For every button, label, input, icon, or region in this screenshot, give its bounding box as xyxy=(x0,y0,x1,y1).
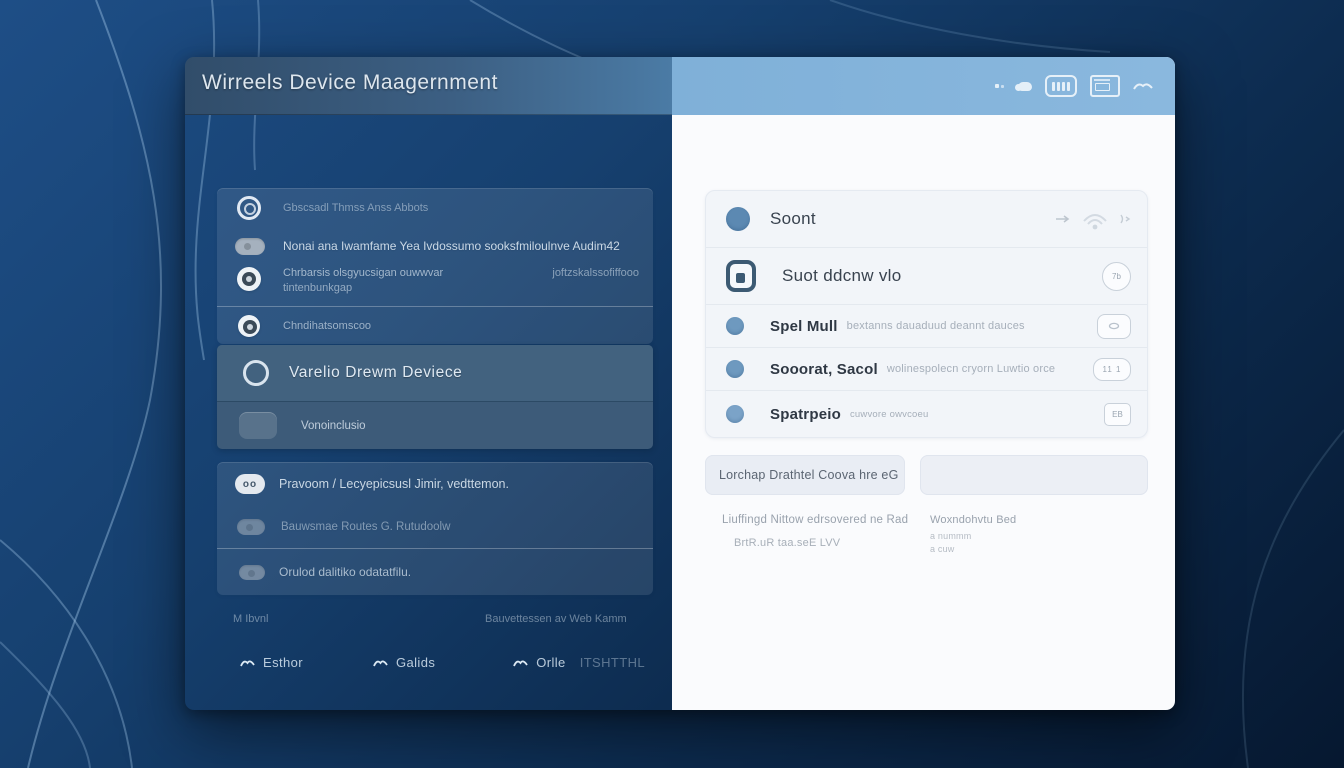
button-sublabel: ITSHTTHL xyxy=(580,655,645,670)
left-button-bar: Esthor Galids Orlle ITSHTTHL xyxy=(240,655,640,670)
list-item-right-label: joftzskalssofiffooo xyxy=(552,267,639,279)
galids-button[interactable]: Galids xyxy=(373,655,435,670)
toggle-label: Vonoinclusio xyxy=(301,420,366,432)
eb-badge[interactable]: EB xyxy=(1104,403,1131,426)
gray-pill-icon xyxy=(237,519,265,535)
left-panel: Wirreels Device Maagernment Gbscsadl Thm… xyxy=(185,57,672,710)
selected-device-group: Varelio Drewm Deviece Vonoinclusio xyxy=(217,345,653,449)
refresh-badge[interactable]: 7b xyxy=(1102,262,1131,291)
gray-pill-icon xyxy=(239,565,265,580)
info-line: Liuffingd Nittow edrsovered ne Rad xyxy=(722,514,908,526)
device-row[interactable]: Soont xyxy=(706,191,1147,248)
list-item-label: Orulod dalitiko odatatfilu. xyxy=(279,565,411,579)
esthor-button[interactable]: Esthor xyxy=(240,655,303,670)
list-item-label: Gbscsadl Thmss Anss Abbots xyxy=(283,202,428,214)
squircle-icon[interactable] xyxy=(1097,314,1131,339)
list-item[interactable]: Chrbarsis olsgyucsigan ouwwvar tintenbun… xyxy=(217,264,653,306)
device-row[interactable]: Spel Mull bextanns dauaduud deannt dauce… xyxy=(706,305,1147,348)
a-square-icon xyxy=(726,260,756,292)
title-bar: Wirreels Device Maagernment xyxy=(185,57,672,115)
bird-icon xyxy=(513,658,528,668)
device-subtitle: cuwvore owvcoeu xyxy=(850,409,929,420)
device-subtitle: wolinespolecn cryorn Luwtio orce xyxy=(887,363,1055,375)
device-toggle-row[interactable]: Vonoinclusio xyxy=(217,402,653,449)
button-label: Galids xyxy=(396,655,435,670)
network-options-group: Gbscsadl Thmss Anss Abbots Nonai ana Iwa… xyxy=(217,188,653,344)
dots-icon[interactable] xyxy=(994,84,1005,88)
info-line: BrtR.uR taa.seE LVV xyxy=(734,537,908,549)
bird-icon xyxy=(373,658,388,668)
device-title: Spel Mull xyxy=(770,318,838,335)
list-item-label: Pravoom / Lecyepicsusl Jimir, vedttemon. xyxy=(279,477,509,491)
battery-icon[interactable] xyxy=(1045,75,1077,97)
list-item-sublabel: tintenbunkgap xyxy=(283,282,443,294)
info-line: a nummm xyxy=(930,531,1016,541)
gray-pill-icon xyxy=(235,238,265,255)
marks-icon xyxy=(1119,213,1131,225)
selected-device-title: Varelio Drewm Deviece xyxy=(289,364,462,382)
blue-dot-icon xyxy=(726,317,744,335)
blue-dot-icon xyxy=(726,405,744,423)
oo-badge: oo xyxy=(235,474,265,494)
arrow-icon xyxy=(1055,214,1071,224)
device-title: Soont xyxy=(770,209,816,229)
list-item[interactable]: oo Pravoom / Lecyepicsusl Jimir, vedttem… xyxy=(217,462,653,506)
footer-left-label: M Ibvnl xyxy=(233,613,268,625)
blue-dot-icon xyxy=(726,360,744,378)
list-item-label: Chndihatsomscoo xyxy=(283,320,371,332)
device-subtitle: bextanns dauaduud deannt dauces xyxy=(847,320,1025,332)
list-item-label: Bauwsmae Routes G. Rutudoolw xyxy=(281,521,450,533)
button-label: Orlle xyxy=(536,655,565,670)
device-title: Sooorat, Sacol xyxy=(770,361,878,378)
button-label: Esthor xyxy=(263,655,303,670)
list-item[interactable]: Bauwsmae Routes G. Rutudoolw xyxy=(217,506,653,548)
list-item-label: Nonai ana Iwamfame Yea Ivdossumo sooksfm… xyxy=(283,239,620,253)
orlle-button[interactable]: Orlle ITSHTTHL xyxy=(513,655,645,670)
power-ring-icon xyxy=(237,196,261,220)
battery-badge[interactable]: 11 1 xyxy=(1093,358,1131,381)
right-header-strip xyxy=(672,57,1175,115)
device-list: Soont Suot ddcnw vlo 7b xyxy=(705,190,1148,438)
device-row[interactable]: Suot ddcnw vlo 7b xyxy=(706,248,1147,305)
list-item[interactable]: Gbscsadl Thmss Anss Abbots xyxy=(217,188,653,228)
toggle-icon[interactable] xyxy=(239,412,277,439)
device-row[interactable]: Spatrpeio cuwvore owvcoeu EB xyxy=(706,391,1147,437)
info-line: a cuw xyxy=(930,544,1016,554)
list-item[interactable]: Orulod dalitiko odatatfilu. xyxy=(217,549,653,595)
profile-options-group: oo Pravoom / Lecyepicsusl Jimir, vedttem… xyxy=(217,462,653,595)
device-row[interactable]: Sooorat, Sacol wolinespolecn cryorn Luwt… xyxy=(706,348,1147,391)
radio-icon xyxy=(237,267,261,291)
selected-device-header[interactable]: Varelio Drewm Deviece xyxy=(217,345,653,402)
bird-icon xyxy=(240,658,255,668)
wifi-icon[interactable] xyxy=(1078,207,1112,231)
right-panel: Soont Suot ddcnw vlo 7b xyxy=(672,57,1175,710)
info-block-left: Liuffingd Nittow edrsovered ne Rad BrtR.… xyxy=(722,514,908,549)
search-circle-icon xyxy=(243,360,269,386)
window-icon[interactable] xyxy=(1090,75,1120,97)
info-line: Woxndohvtu Bed xyxy=(930,514,1016,526)
action-card-primary[interactable]: Lorchap Drathtel Coova hre eG xyxy=(705,455,905,495)
window-title: Wirreels Device Maagernment xyxy=(202,71,498,95)
action-card-secondary[interactable] xyxy=(920,455,1148,495)
tray-icons xyxy=(994,75,1153,97)
device-title: Spatrpeio xyxy=(770,406,841,423)
signal-icon[interactable] xyxy=(1133,80,1153,92)
blob-icon[interactable] xyxy=(1018,82,1032,91)
device-title: Suot ddcnw vlo xyxy=(782,266,902,286)
list-item[interactable]: Nonai ana Iwamfame Yea Ivdossumo sooksfm… xyxy=(217,228,653,264)
info-block-right: Woxndohvtu Bed a nummm a cuw xyxy=(930,514,1016,554)
list-item-label: Chrbarsis olsgyucsigan ouwwvar xyxy=(283,267,443,279)
list-item[interactable]: Chndihatsomscoo xyxy=(217,307,653,344)
radio-icon xyxy=(238,315,260,337)
footer-right-label: Bauvettessen av Web Kamm xyxy=(485,613,627,625)
action-card-label: Lorchap Drathtel Coova hre eG xyxy=(719,468,899,482)
blue-dot-icon xyxy=(726,207,750,231)
app-window: Wirreels Device Maagernment Gbscsadl Thm… xyxy=(185,57,1175,710)
